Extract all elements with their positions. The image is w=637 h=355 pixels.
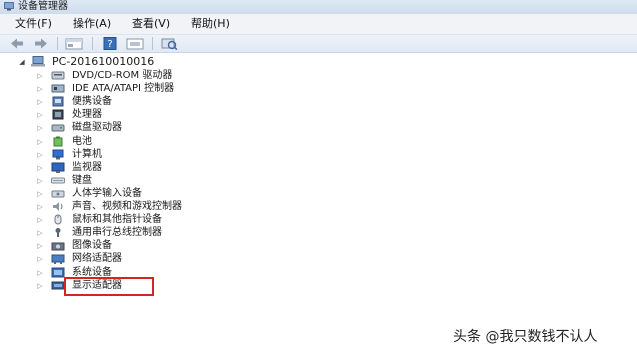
collapse-triangle-icon[interactable]: ◢ <box>18 58 26 66</box>
tree-item-label: 便携设备 <box>72 96 112 108</box>
tree-item[interactable]: ▷ 声音、视频和游戏控制器 <box>0 200 260 213</box>
back-arrow-icon[interactable] <box>9 37 25 50</box>
tree-item-label: 电池 <box>72 135 92 147</box>
toolbar-separator <box>57 37 58 50</box>
tree-item-label: 通用串行总线控制器 <box>72 227 162 239</box>
tree-item-label: DVD/CD-ROM 驱动器 <box>72 70 173 81</box>
device-tree: ◢ PC-201610010016 ▷ DVD/CD-ROM 驱动器 ▷ IDE AT… <box>0 53 637 355</box>
expand-triangle-icon[interactable]: ▷ <box>36 269 44 277</box>
tree-item[interactable]: ▷ 图像设备 <box>0 239 260 252</box>
expand-triangle-icon[interactable]: ▷ <box>36 98 44 106</box>
monitor-icon <box>51 162 65 173</box>
title-bar: 设备管理器 <box>0 0 637 14</box>
properties-icon[interactable] <box>65 37 83 50</box>
usb-icon <box>55 228 61 238</box>
tree-item-label: 计算机 <box>72 148 102 160</box>
help-icon[interactable]: ? <box>103 37 117 50</box>
tree-item-label: 鼠标和其他指针设备 <box>72 214 162 226</box>
expand-triangle-icon[interactable]: ▷ <box>36 72 44 80</box>
tree-item[interactable]: ▷ 网络适配器 <box>0 252 260 265</box>
tree-item[interactable]: ▷ 电池 <box>0 135 260 148</box>
device-manager-icon <box>4 2 14 11</box>
tree-item[interactable]: ▷ 磁盘驱动器 <box>0 121 260 134</box>
menu-bar: 文件(F) 操作(A) 查看(V) 帮助(H) <box>0 14 637 35</box>
tree-item-label: 人体学输入设备 <box>72 187 142 199</box>
window-title: 设备管理器 <box>18 1 68 12</box>
tree-item-label: 键盘 <box>72 174 92 186</box>
scan-hardware-icon[interactable] <box>160 37 178 50</box>
expand-triangle-icon[interactable]: ▷ <box>36 124 44 132</box>
ide-controller-icon <box>51 84 65 93</box>
tree-item-label: 监视器 <box>72 161 102 173</box>
tree-item[interactable]: ▷ 便携设备 <box>0 95 260 108</box>
expand-triangle-icon[interactable]: ▷ <box>36 151 44 159</box>
battery-icon <box>53 136 63 146</box>
tree-item[interactable]: ▷ 鼠标和其他指针设备 <box>0 213 260 226</box>
expand-triangle-icon[interactable]: ▷ <box>36 177 44 185</box>
tree-item-label: 声音、视频和游戏控制器 <box>72 201 182 212</box>
processor-icon <box>52 109 64 120</box>
menu-file[interactable]: 文件(F) <box>15 17 52 31</box>
computer-name: PC-201610010016 <box>52 55 155 68</box>
expand-triangle-icon[interactable]: ▷ <box>36 138 44 146</box>
computer-icon <box>52 149 64 160</box>
tree-item-label: 网络适配器 <box>72 253 122 265</box>
forward-arrow-icon[interactable] <box>33 37 49 50</box>
menu-action[interactable]: 操作(A) <box>73 17 111 31</box>
tree-item[interactable]: ▷ DVD/CD-ROM 驱动器 <box>0 69 260 82</box>
expand-triangle-icon[interactable]: ▷ <box>36 111 44 119</box>
portable-device-icon <box>52 96 64 107</box>
tree-item[interactable]: ▷ 计算机 <box>0 148 260 161</box>
tree-item[interactable]: ▷ 监视器 <box>0 161 260 174</box>
display-adapter-icon <box>51 281 65 290</box>
tree-item[interactable]: ▷ 处理器 <box>0 108 260 121</box>
tree-item[interactable]: ▷ 人体学输入设备 <box>0 187 260 200</box>
computer-icon <box>31 56 45 67</box>
hid-icon <box>51 190 65 198</box>
tree-item[interactable]: ▷ IDE ATA/ATAPI 控制器 <box>0 82 260 95</box>
speaker-icon <box>53 202 63 211</box>
svg-text:?: ? <box>107 39 112 50</box>
expand-triangle-icon[interactable]: ▷ <box>36 242 44 250</box>
expand-triangle-icon[interactable]: ▷ <box>36 164 44 172</box>
tree-item-label: 图像设备 <box>72 240 112 252</box>
network-adapter-icon <box>51 254 65 265</box>
tree-item-label: 处理器 <box>72 109 102 121</box>
expand-triangle-icon[interactable]: ▷ <box>36 216 44 224</box>
expand-triangle-icon[interactable]: ▷ <box>36 85 44 93</box>
tree-item-label: IDE ATA/ATAPI 控制器 <box>72 83 175 95</box>
toolbar-separator <box>92 37 93 50</box>
disk-drive-icon <box>51 124 65 132</box>
expand-triangle-icon[interactable]: ▷ <box>36 203 44 211</box>
expand-triangle-icon[interactable]: ▷ <box>36 229 44 237</box>
highlight-box <box>64 277 154 296</box>
menu-view[interactable]: 查看(V) <box>132 17 170 31</box>
dvd-drive-icon <box>51 71 65 80</box>
toolbar-separator <box>152 37 153 50</box>
system-device-icon <box>51 267 65 277</box>
tree-item[interactable]: ▷ 键盘 <box>0 174 260 187</box>
expand-triangle-icon[interactable]: ▷ <box>36 190 44 198</box>
toolbar: ? <box>0 35 637 53</box>
mouse-icon <box>54 214 62 225</box>
watermark: 头条 @我只数钱不认人 <box>453 329 598 345</box>
keyboard-icon <box>51 177 65 184</box>
expand-triangle-icon[interactable]: ▷ <box>36 255 44 263</box>
camera-icon <box>51 242 65 251</box>
tree-item-label: 磁盘驱动器 <box>72 122 122 134</box>
expand-triangle-icon[interactable]: ▷ <box>36 282 44 290</box>
menu-help[interactable]: 帮助(H) <box>191 17 230 31</box>
tree-item[interactable]: ▷ 通用串行总线控制器 <box>0 226 260 239</box>
update-driver-icon[interactable] <box>126 37 144 50</box>
tree-root[interactable]: ◢ PC-201610010016 <box>0 55 240 68</box>
